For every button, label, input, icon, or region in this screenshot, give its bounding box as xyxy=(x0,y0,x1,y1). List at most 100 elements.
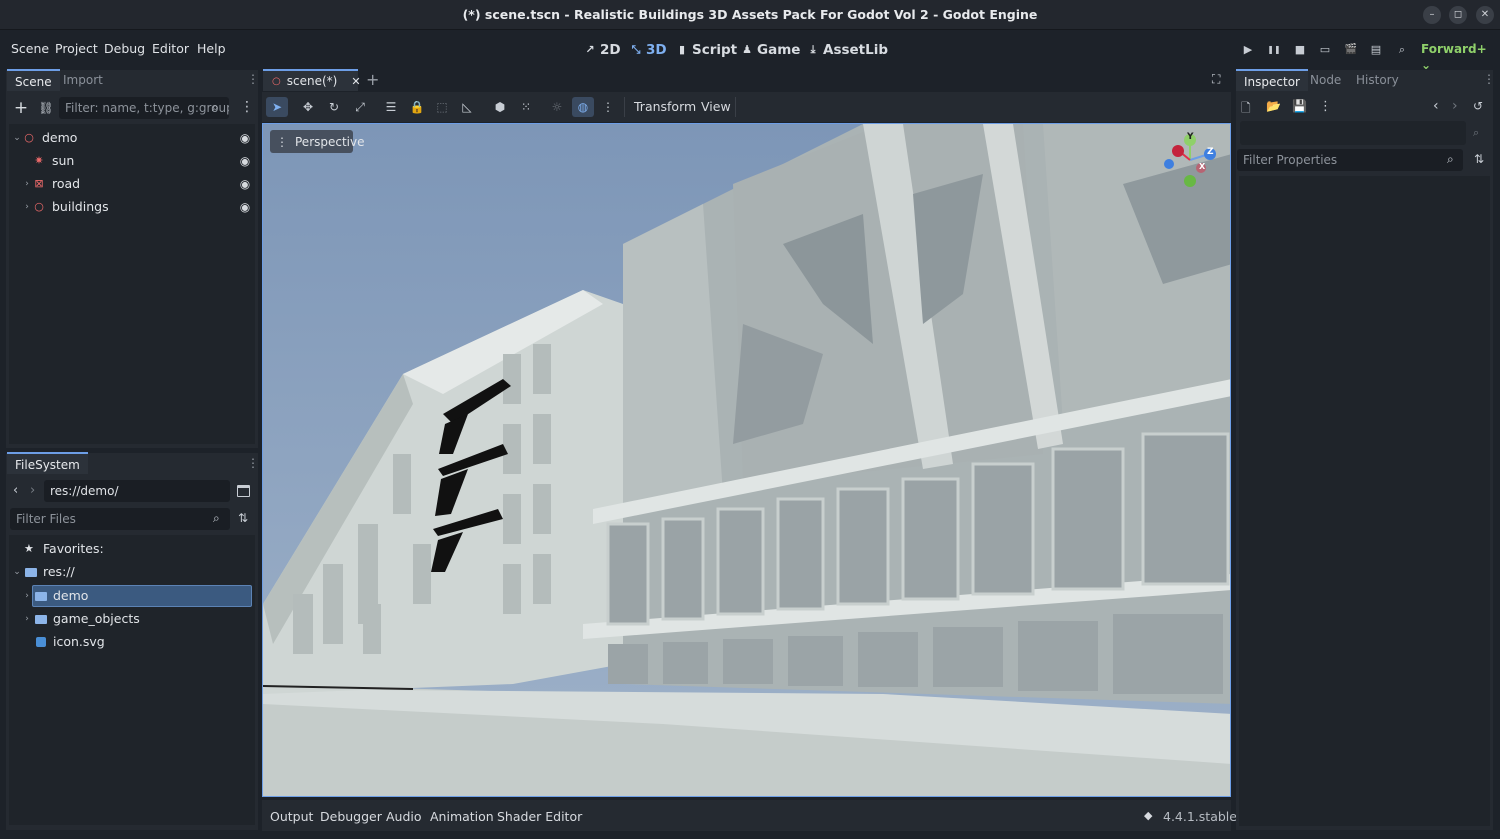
close-icon[interactable]: ✕ xyxy=(351,75,360,88)
tab-shader-editor[interactable]: Shader Editor xyxy=(497,808,582,826)
menu-project[interactable]: Project xyxy=(55,41,98,57)
chevron-right-icon[interactable]: › xyxy=(22,173,32,195)
local-space-icon[interactable]: ⬢ xyxy=(490,98,510,116)
history-back-icon[interactable]: ‹ xyxy=(1433,98,1439,114)
docs-icon[interactable]: ⌕ xyxy=(1473,126,1479,140)
rotate-tool-icon[interactable]: ↻ xyxy=(324,98,344,116)
chevron-right-icon[interactable]: › xyxy=(22,585,32,607)
select-tool-icon[interactable]: ➤ xyxy=(267,98,287,116)
chevron-down-icon[interactable]: ⌄ xyxy=(12,561,22,583)
move-tool-icon[interactable]: ✥ xyxy=(298,98,318,116)
open-folder-icon[interactable]: 📂 xyxy=(1266,99,1281,113)
history-forward-icon[interactable]: › xyxy=(1452,98,1458,114)
renderer-selector[interactable]: Forward+ ⌄ xyxy=(1421,41,1500,72)
tab-animation[interactable]: Animation xyxy=(430,808,494,826)
file-filter-input[interactable]: Filter Files xyxy=(10,508,230,530)
filter-properties-input[interactable]: Filter Properties xyxy=(1237,149,1463,171)
chevron-right-icon[interactable]: › xyxy=(22,196,32,218)
environment-preview-icon[interactable]: ◍ xyxy=(573,98,593,116)
tree-node-buildings[interactable]: › ○ buildings ◉ xyxy=(22,196,252,218)
visibility-eye-icon[interactable]: ◉ xyxy=(238,131,252,145)
stop-icon[interactable]: ■ xyxy=(1290,40,1310,60)
menu-help[interactable]: Help xyxy=(197,41,226,57)
new-resource-icon[interactable]: 🗋 xyxy=(1241,99,1251,120)
favorites-row[interactable]: ★ Favorites: xyxy=(24,538,224,560)
tree-node-demo[interactable]: ⌄ ○ demo ◉ xyxy=(12,127,252,149)
play-custom-scene-icon[interactable]: ▤ xyxy=(1366,40,1386,60)
minimize-button[interactable]: – xyxy=(1423,6,1441,24)
transform-menu[interactable]: Transform xyxy=(634,99,696,114)
sort-icon[interactable]: ⇅ xyxy=(238,511,248,525)
tab-import[interactable]: Import xyxy=(55,69,111,91)
dock-menu-icon[interactable]: ⋮ xyxy=(247,456,259,470)
chevron-right-icon[interactable]: › xyxy=(22,608,32,630)
more-options-icon[interactable]: ⋮ xyxy=(1319,99,1332,114)
workspace-3d-button[interactable]: ⤡ 3D xyxy=(630,40,667,60)
save-icon[interactable]: 💾 xyxy=(1292,99,1307,113)
tree-node-road[interactable]: › ⊠ road ◉ xyxy=(22,173,252,195)
node3d-icon: ○ xyxy=(272,75,281,87)
add-tab-icon[interactable]: + xyxy=(366,70,379,89)
3d-viewport[interactable] xyxy=(262,123,1231,797)
tree-node-label: buildings xyxy=(52,199,109,214)
tab-inspector[interactable]: Inspector xyxy=(1236,69,1308,91)
forward-arrow-icon[interactable]: › xyxy=(30,483,35,498)
path-field[interactable]: res://demo/ xyxy=(44,480,230,502)
tab-scene[interactable]: Scene xyxy=(7,69,60,91)
visibility-eye-icon[interactable]: ◉ xyxy=(238,154,252,168)
scale-tool-icon[interactable]: ⤢ xyxy=(350,98,370,116)
add-node-icon[interactable]: + xyxy=(12,98,30,118)
maximize-button[interactable]: ◻ xyxy=(1449,6,1467,24)
list-select-icon[interactable]: ☰ xyxy=(381,98,401,116)
close-window-button[interactable]: ✕ xyxy=(1476,6,1494,24)
tab-filesystem[interactable]: FileSystem xyxy=(7,452,88,474)
movie-maker-icon[interactable]: ⌕ xyxy=(1392,40,1412,60)
tab-debugger[interactable]: Debugger xyxy=(320,808,382,826)
scene-filter-menu-icon[interactable]: ⋮ xyxy=(240,99,254,115)
tab-node[interactable]: Node xyxy=(1302,69,1349,91)
instance-scene-icon[interactable]: ⛓ xyxy=(38,99,54,117)
property-options-icon[interactable]: ⇅ xyxy=(1474,152,1484,166)
split-view-icon[interactable] xyxy=(237,485,250,497)
version-label[interactable]: 4.4.1.stable xyxy=(1163,808,1237,826)
more-options-icon[interactable]: ⋮ xyxy=(598,98,618,116)
perspective-menu-button[interactable]: ⋮ Perspective xyxy=(270,130,365,153)
dock-menu-icon[interactable]: ⋮ xyxy=(247,72,259,86)
remote-debug-icon[interactable]: ▭ xyxy=(1315,40,1335,60)
pause-icon[interactable]: ❚❚ xyxy=(1264,40,1284,60)
workspace-game-button[interactable]: ♟ Game xyxy=(741,40,800,60)
menu-scene[interactable]: Scene xyxy=(11,41,49,57)
file-item-icon-svg[interactable]: icon.svg xyxy=(22,631,242,653)
view-menu[interactable]: View xyxy=(701,99,731,114)
dock-menu-icon[interactable]: ⋮ xyxy=(1483,72,1495,86)
orientation-gizmo[interactable]: Y Z X xyxy=(1160,130,1220,195)
workspace-assetlib-button[interactable]: ⤓ AssetLib xyxy=(807,40,888,60)
chevron-down-icon[interactable]: ⌄ xyxy=(12,127,22,149)
back-arrow-icon[interactable]: ‹ xyxy=(13,483,18,498)
play-icon[interactable]: ▶ xyxy=(1238,40,1258,60)
menu-editor[interactable]: Editor xyxy=(152,41,189,57)
visibility-eye-icon[interactable]: ◉ xyxy=(238,177,252,191)
perspective-label: Perspective xyxy=(295,134,365,149)
file-item-demo[interactable]: › demo xyxy=(22,585,242,607)
tab-history[interactable]: History xyxy=(1348,69,1407,91)
file-item-game-objects[interactable]: › game_objects xyxy=(22,608,242,630)
tree-node-sun[interactable]: ✷ sun ◉ xyxy=(22,150,252,172)
scene-filter-input[interactable]: Filter: name, t:type, g:group xyxy=(59,97,229,119)
file-item-res[interactable]: ⌄ res:// xyxy=(12,561,232,583)
object-history-icon[interactable]: ↺ xyxy=(1473,99,1483,113)
tab-audio[interactable]: Audio xyxy=(386,808,422,826)
ruler-icon[interactable]: ◺ xyxy=(457,98,477,116)
workspace-script-button[interactable]: ▮ Script xyxy=(676,40,737,60)
snap-icon[interactable]: ⁙ xyxy=(516,98,536,116)
play-scene-icon[interactable]: 🎬 xyxy=(1341,40,1361,60)
visibility-eye-icon[interactable]: ◉ xyxy=(238,200,252,214)
workspace-2d-button[interactable]: ↗ 2D xyxy=(584,40,620,60)
lock-icon[interactable]: 🔒 xyxy=(407,98,427,116)
group-icon[interactable]: ⬚ xyxy=(432,98,452,116)
tab-output[interactable]: Output xyxy=(270,808,313,826)
fullscreen-icon[interactable]: ⛶ xyxy=(1212,72,1220,87)
sun-preview-icon[interactable]: ☼ xyxy=(547,98,567,116)
tab-scene-file[interactable]: ○ scene(*) ✕ xyxy=(263,69,361,91)
menu-debug[interactable]: Debug xyxy=(104,41,145,57)
